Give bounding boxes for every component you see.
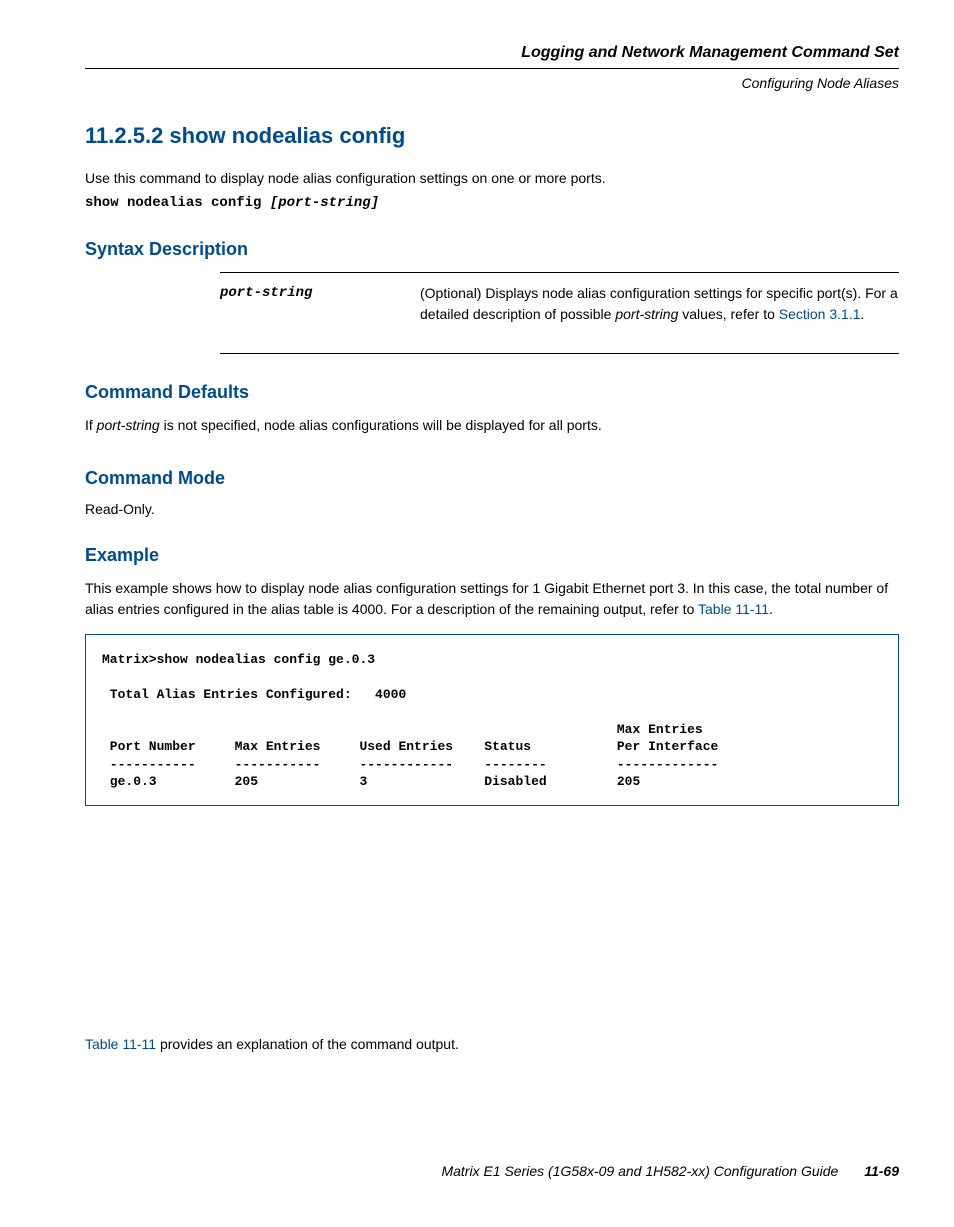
page-header: Logging and Network Management Command S… <box>85 44 899 62</box>
example-output: Matrix>show nodealias config ge.0.3 Tota… <box>102 652 718 790</box>
syntax-table-row: port-string (Optional) Displays node ali… <box>220 272 899 354</box>
cd-before: If <box>85 417 97 433</box>
page-footer: Matrix E1 Series (1G58x-09 and 1H582-xx)… <box>85 1163 899 1179</box>
header-subtitle: Configuring Node Aliases <box>85 75 899 91</box>
table-desc-after: provides an explanation of the command o… <box>156 1036 459 1052</box>
cd-after: is not specified, node alias configurati… <box>160 417 602 433</box>
header-divider <box>85 68 899 69</box>
desc-italic: port-string <box>615 306 678 322</box>
section-title: 11.2.5.2 show nodealias config <box>85 123 899 149</box>
syntax-table-param: port-string <box>220 283 420 325</box>
syntax-table-desc: (Optional) Displays node alias configura… <box>420 283 899 325</box>
command-defaults-text: If port-string is not specified, node al… <box>85 415 899 436</box>
example-heading: Example <box>85 545 899 566</box>
footer-title: Matrix E1 Series (1G58x-09 and 1H582-xx)… <box>441 1163 838 1179</box>
cd-italic: port-string <box>97 417 160 433</box>
section-link[interactable]: Section 3.1.1 <box>779 306 861 322</box>
syntax-param: [port-string] <box>270 195 379 211</box>
syntax-description-heading: Syntax Description <box>85 239 899 260</box>
header-title: Logging and Network Management Command S… <box>85 44 899 62</box>
example-output-box: Matrix>show nodealias config ge.0.3 Tota… <box>85 634 899 806</box>
footer-page-number: 11-69 <box>864 1163 899 1179</box>
desc-after-1: values, refer to <box>678 306 778 322</box>
example-intro-text: This example shows how to display node a… <box>85 578 899 620</box>
table-desc-link[interactable]: Table 11-11 <box>85 1036 156 1052</box>
command-mode-text: Read-Only. <box>85 501 899 517</box>
intro-text: Use this command to display node alias c… <box>85 169 899 189</box>
command-defaults-heading: Command Defaults <box>85 382 899 403</box>
ex-after: . <box>769 601 773 617</box>
example-table-link[interactable]: Table 11-11 <box>698 601 769 617</box>
command-mode-heading: Command Mode <box>85 468 899 489</box>
command-syntax: show nodealias config [port-string] <box>85 195 899 211</box>
syntax-table: port-string (Optional) Displays node ali… <box>220 272 899 354</box>
syntax-prefix: show nodealias config <box>85 195 270 211</box>
desc-after-2: . <box>861 306 865 322</box>
table-description: Table 11-11 provides an explanation of t… <box>85 1036 899 1052</box>
